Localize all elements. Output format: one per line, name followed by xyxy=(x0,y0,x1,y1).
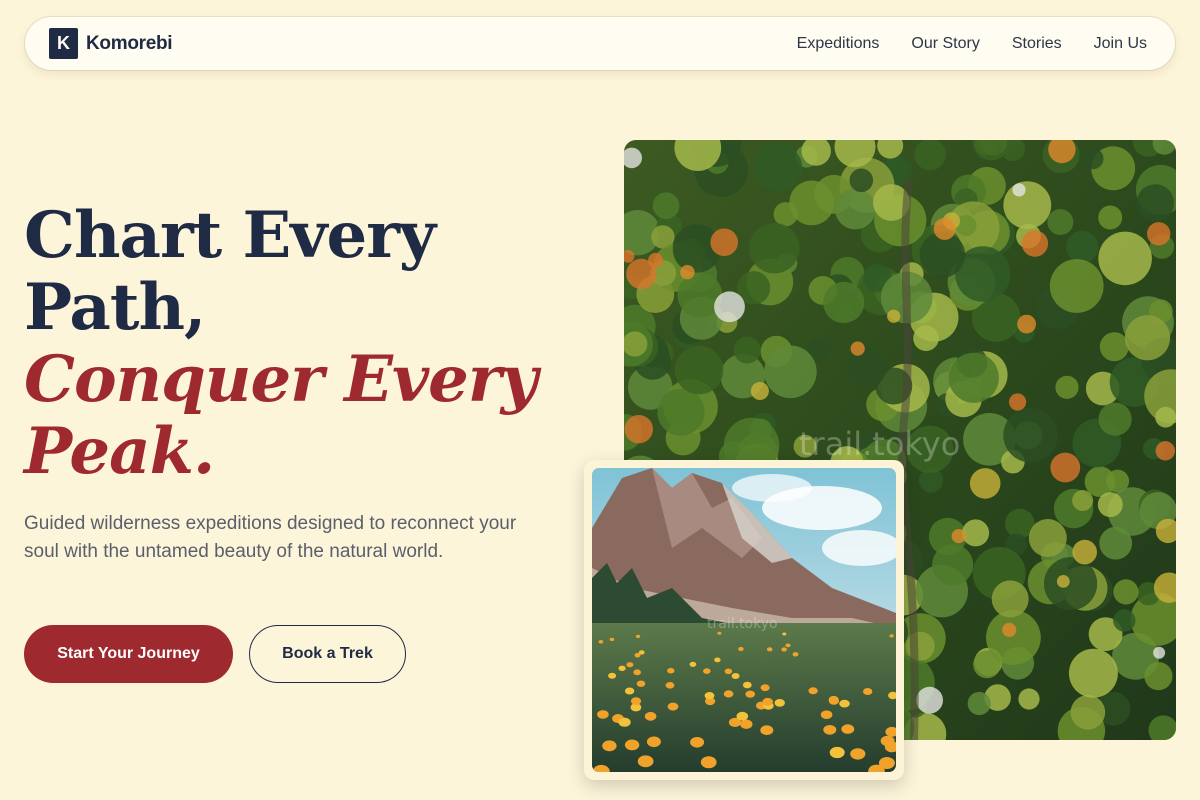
book-trek-button[interactable]: Book a Trek xyxy=(249,625,406,683)
nav-link-expeditions[interactable]: Expeditions xyxy=(797,35,880,53)
logo-mark: K xyxy=(49,28,78,59)
meadow-watermark: trail.tokyo xyxy=(707,616,778,632)
brand-name: Komorebi xyxy=(86,32,173,54)
forest-watermark: trail.tokyo xyxy=(799,425,960,463)
hero-headline: Chart Every Path, Conquer Every Peak. xyxy=(24,200,584,488)
brand-logo[interactable]: K Komorebi xyxy=(49,28,173,59)
top-nav: K Komorebi Expeditions Our Story Stories… xyxy=(25,17,1175,70)
nav-link-our-story[interactable]: Our Story xyxy=(911,35,979,53)
hero-subtitle: Guided wilderness expeditions designed t… xyxy=(24,513,517,562)
meadow-mountain-image: trail.tokyo xyxy=(592,468,896,772)
headline-line-4: Peak. xyxy=(24,414,215,489)
meadow-image-card: trail.tokyo xyxy=(584,460,904,780)
nav-links: Expeditions Our Story Stories Join Us xyxy=(797,35,1147,53)
headline-line-3: Conquer Every xyxy=(24,342,538,417)
nav-link-stories[interactable]: Stories xyxy=(1012,35,1062,53)
headline-line-1: Chart Every xyxy=(24,198,436,273)
start-journey-button[interactable]: Start Your Journey xyxy=(24,625,233,683)
headline-line-2: Path, xyxy=(24,270,206,345)
nav-link-join-us[interactable]: Join Us xyxy=(1094,35,1147,53)
